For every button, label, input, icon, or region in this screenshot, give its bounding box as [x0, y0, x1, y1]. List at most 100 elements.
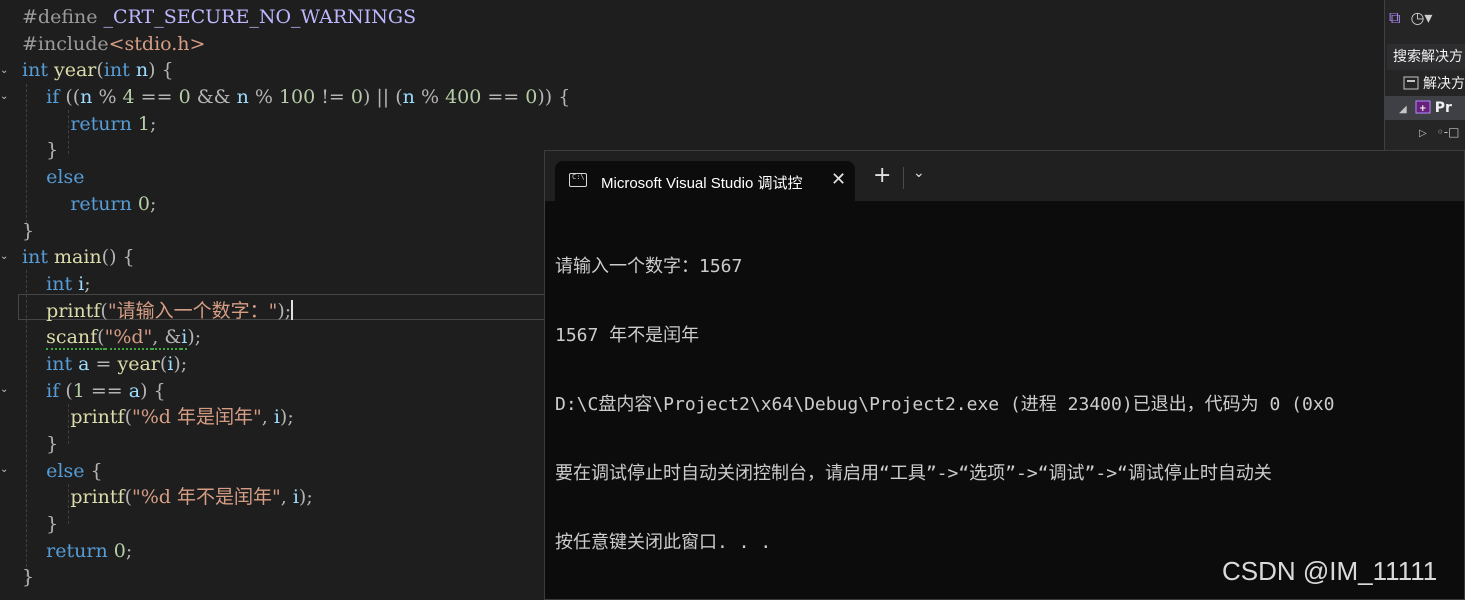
code-token: , &: [152, 326, 182, 351]
code-token: ==: [84, 379, 129, 402]
chevron-down-icon[interactable]: ⌄: [913, 165, 925, 181]
code-token: return: [70, 112, 138, 135]
code-token: &&: [190, 86, 237, 109]
tree-item-project[interactable]: ◢ + Pr: [1385, 96, 1465, 120]
vs-project-icon[interactable]: ⧉: [1389, 8, 1400, 38]
svg-text:+: +: [1419, 104, 1427, 114]
code-token: (: [124, 406, 132, 429]
code-token: #include: [22, 32, 109, 55]
code-token: %: [248, 86, 279, 109]
code-token: _CRT_SECURE_NO_WARNINGS: [103, 6, 417, 28]
console-titlebar[interactable]: Microsoft Visual Studio 调试控 ✕ + ⌄: [545, 151, 1464, 201]
code-line[interactable]: printf("请输入一个数字：");: [22, 298, 570, 325]
solution-explorer-search[interactable]: 搜索解决方: [1387, 44, 1465, 70]
code-token: printf: [70, 406, 125, 429]
code-line[interactable]: }: [22, 564, 570, 591]
console-line: 要在调试停止时自动关闭控制台，请启用“工具”->“选项”->“调试”->“调试停…: [555, 463, 1272, 484]
cpp-project-icon: +: [1415, 98, 1431, 114]
code-line[interactable]: if (1 == a) {: [22, 378, 570, 405]
code-token: ;: [84, 272, 91, 295]
new-tab-icon[interactable]: +: [873, 165, 891, 187]
expand-arrow-icon[interactable]: ◢: [1399, 104, 1407, 115]
fold-arrow-icon[interactable]: ⌄: [0, 385, 8, 395]
code-line[interactable]: else: [22, 164, 570, 191]
history-icon[interactable]: ◷▾: [1410, 8, 1432, 38]
code-token: int: [46, 272, 79, 295]
console-output[interactable]: 请输入一个数字：1567 1567 年不是闰年 D:\C盘内容\Project2…: [555, 209, 1464, 599]
code-text[interactable]: #define _CRT_SECURE_NO_WARNINGS #include<…: [22, 4, 570, 591]
solution-icon: [1403, 74, 1419, 90]
code-token: a: [128, 379, 141, 402]
code-token: =: [89, 352, 118, 375]
tree-item-label: 解决方: [1423, 76, 1465, 92]
close-tab-icon[interactable]: ✕: [831, 169, 846, 190]
fold-arrow-icon[interactable]: ⌄: [0, 66, 8, 76]
console-tab[interactable]: Microsoft Visual Studio 调试控 ✕: [555, 161, 855, 201]
code-token: n: [135, 59, 149, 82]
tree-item-solution[interactable]: 解决方: [1385, 72, 1465, 96]
code-line[interactable]: return 0;: [22, 538, 570, 565]
code-line[interactable]: else {: [22, 458, 570, 485]
code-line[interactable]: printf("%d 年是闰年", i);: [22, 404, 570, 431]
code-line[interactable]: }: [22, 431, 570, 458]
code-token: #define: [22, 6, 104, 28]
collapse-arrow-icon[interactable]: ▷: [1419, 128, 1427, 139]
solution-explorer-toolbar: ⧉ ◷▾: [1389, 8, 1465, 38]
code-token: ;: [149, 112, 157, 135]
code-token: 1: [72, 379, 85, 402]
code-token: main: [54, 246, 102, 269]
fold-arrow-icon[interactable]: ⌄: [0, 92, 8, 102]
code-line[interactable]: #include<stdio.h>: [22, 31, 570, 58]
fold-gutter: ⌄ ⌄ ⌄ ⌄ ⌄: [0, 0, 10, 600]
code-line[interactable]: int main() {: [22, 244, 570, 271]
code-line[interactable]: int i;: [22, 271, 570, 298]
code-token: }: [46, 513, 59, 536]
code-token: )) {: [537, 86, 571, 109]
code-line[interactable]: scanf("%d", &i);: [22, 324, 570, 351]
code-token: 1: [137, 112, 150, 135]
code-token: (: [124, 486, 132, 509]
code-token: (: [100, 299, 108, 322]
code-line[interactable]: }: [22, 218, 570, 245]
code-token: printf: [46, 299, 101, 322]
code-line[interactable]: #define _CRT_SECURE_NO_WARNINGS: [22, 4, 570, 31]
code-token: int: [103, 59, 136, 82]
code-token: (: [97, 326, 105, 351]
code-line[interactable]: printf("%d 年不是闰年", i);: [22, 484, 570, 511]
code-token: {: [90, 459, 103, 482]
code-token: ) {: [140, 379, 166, 402]
code-token: (: [96, 59, 104, 82]
code-token: 0: [525, 86, 538, 109]
code-line[interactable]: int year(int n) {: [22, 57, 570, 84]
code-token: 4: [122, 86, 135, 109]
fold-arrow-icon[interactable]: ⌄: [0, 252, 8, 262]
code-line[interactable]: int a = year(i);: [22, 351, 570, 378]
code-line[interactable]: }: [22, 137, 570, 164]
code-token: );: [298, 486, 313, 509]
text-caret: [291, 299, 294, 320]
console-line: 请输入一个数字：1567: [555, 256, 743, 277]
code-line[interactable]: return 0;: [22, 191, 570, 218]
debug-console-window[interactable]: Microsoft Visual Studio 调试控 ✕ + ⌄ 请输入一个数…: [544, 150, 1465, 600]
code-line[interactable]: }: [22, 511, 570, 538]
code-line[interactable]: if ((n % 4 == 0 && n % 100 != 0) || (n %…: [22, 84, 570, 111]
fold-arrow-icon[interactable]: ⌄: [0, 465, 8, 475]
code-line[interactable]: return 1;: [22, 111, 570, 138]
console-line: 按任意键关闭此窗口. . .: [555, 532, 772, 553]
code-token: ;: [149, 192, 157, 215]
csdn-watermark: CSDN @IM_11111: [1222, 556, 1438, 586]
code-token: );: [279, 406, 294, 429]
code-token: year: [54, 59, 97, 82]
tree-item-references[interactable]: ▷ ◦-□: [1385, 120, 1465, 144]
code-token: n: [402, 86, 415, 109]
code-token: () {: [101, 246, 135, 269]
